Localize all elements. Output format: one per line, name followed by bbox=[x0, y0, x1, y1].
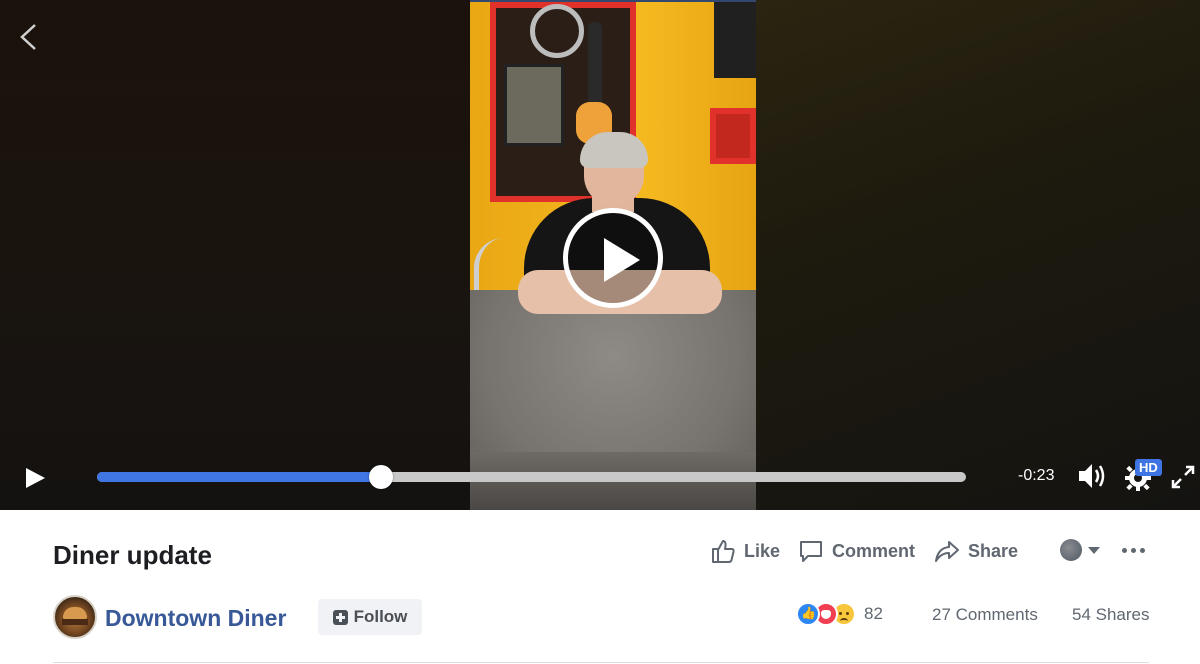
post-info-panel: Diner update Like Comment Share Downtown… bbox=[0, 510, 1200, 664]
time-remaining: -0:23 bbox=[1018, 467, 1055, 484]
video-blur-right bbox=[756, 0, 1200, 510]
frame-film-reel bbox=[530, 4, 584, 58]
fullscreen-icon[interactable] bbox=[1171, 465, 1195, 489]
avatar-burger-bun bbox=[63, 607, 87, 619]
follow-label: Follow bbox=[353, 607, 408, 626]
share-label: Share bbox=[968, 540, 1019, 561]
progress-fill bbox=[97, 472, 382, 482]
follow-plus-icon bbox=[332, 609, 348, 625]
page-avatar[interactable] bbox=[53, 595, 97, 639]
like-reaction-icon bbox=[796, 602, 820, 626]
more-dot bbox=[1140, 547, 1145, 553]
hd-badge[interactable]: HD bbox=[1135, 459, 1162, 476]
like-button[interactable]: Like bbox=[710, 538, 780, 564]
divider bbox=[53, 662, 1149, 663]
reactions-summary[interactable]: 82 bbox=[796, 599, 883, 629]
more-dot bbox=[1131, 547, 1136, 553]
progress-bar[interactable] bbox=[97, 465, 966, 489]
frame-person-hair bbox=[580, 132, 648, 168]
audience-selector[interactable] bbox=[1060, 538, 1104, 562]
reaction-count: 82 bbox=[864, 604, 883, 623]
play-icon[interactable] bbox=[24, 467, 46, 489]
post-title: Diner update bbox=[53, 540, 212, 570]
progress-scrubber[interactable] bbox=[369, 465, 394, 489]
shares-count-link[interactable]: 54 Shares bbox=[1072, 605, 1150, 625]
comments-count-link[interactable]: 27 Comments bbox=[932, 605, 1038, 625]
share-arrow-icon bbox=[935, 541, 959, 562]
like-label: Like bbox=[744, 540, 781, 561]
volume-icon[interactable] bbox=[1076, 460, 1108, 492]
comment-button[interactable]: Comment bbox=[798, 538, 915, 564]
video-player[interactable]: -0:23 HD bbox=[0, 0, 1200, 510]
frame-shelf bbox=[710, 108, 756, 164]
frame-tv bbox=[714, 2, 756, 78]
center-play-button[interactable] bbox=[563, 208, 663, 308]
caret-down-icon bbox=[1088, 546, 1100, 554]
frame-poster bbox=[504, 64, 564, 146]
page-name-link[interactable]: Downtown Diner bbox=[105, 605, 286, 632]
video-blur-left bbox=[0, 0, 470, 510]
comment-label: Comment bbox=[832, 540, 916, 561]
share-button[interactable]: Share bbox=[934, 538, 1018, 564]
avatar-burger-patty bbox=[62, 619, 88, 625]
speech-bubble-icon bbox=[800, 541, 822, 562]
more-options-button[interactable] bbox=[1122, 540, 1148, 560]
follow-button[interactable]: Follow bbox=[318, 599, 422, 635]
more-dot bbox=[1122, 547, 1127, 553]
chevron-left-icon[interactable] bbox=[17, 22, 41, 52]
play-icon bbox=[604, 238, 640, 282]
thumbs-up-icon bbox=[712, 540, 735, 563]
globe-icon bbox=[1060, 539, 1082, 561]
